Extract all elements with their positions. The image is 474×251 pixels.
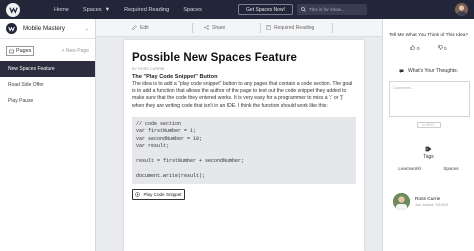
downvote-button[interactable]: 0	[437, 45, 447, 52]
tag-item[interactable]: Learnworkl	[398, 166, 420, 171]
toolbar-divider	[332, 23, 333, 33]
book-icon	[266, 25, 271, 30]
edit-button[interactable]: Edit	[132, 25, 149, 31]
body-paragraph: The idea is to add a "play code snippet"…	[132, 81, 353, 109]
pages-toggle[interactable]: Pages	[6, 46, 35, 56]
nav-spaces-label: Spaces	[82, 6, 102, 13]
comments-icon	[399, 69, 404, 73]
code-line: var secondNumber = 10;	[136, 135, 203, 142]
author-avatar-image	[393, 193, 410, 210]
page-title: Possible New Spaces Feature	[132, 52, 298, 64]
top-nav-bar: Home Spaces ▼ Required Reading Spaces Get…	[0, 0, 474, 19]
page-list: New Spaces Feature Road Side Offer Play …	[0, 61, 95, 109]
play-code-snippet-label: Play Code Snippet	[143, 191, 182, 197]
thumbs-up-icon	[410, 45, 416, 50]
pages-label: Pages	[16, 48, 32, 54]
code-line: var result;	[136, 142, 170, 149]
user-avatar-image	[457, 5, 466, 16]
nav-required-reading[interactable]: Required Reading	[124, 7, 169, 13]
space-header[interactable]: Mobile Mastery ⌄	[0, 19, 95, 39]
code-line: // code section	[136, 120, 182, 127]
thoughts-heading: What's Your Thoughts:	[383, 68, 474, 74]
chevron-down-icon[interactable]: ⌄	[85, 26, 89, 32]
search-icon	[301, 7, 306, 12]
pages-sidebar: Mobile Mastery ⌄ Pages + New Page New Sp…	[0, 19, 96, 251]
share-button[interactable]: Share	[204, 25, 225, 31]
nav-spaces[interactable]: Spaces	[183, 7, 202, 13]
code-block: // code section var firstNumber = 1; var…	[132, 116, 356, 184]
tag-item[interactable]: Spaces	[443, 166, 458, 171]
page-item-play-pause[interactable]: Play Pause	[0, 93, 95, 109]
document-page: Possible New Spaces Feature BY ROSS CURR…	[124, 40, 364, 251]
editor-toolbar: Edit Share Required Reading	[96, 19, 382, 37]
vote-row: 0 0	[383, 45, 474, 52]
page-item-new-spaces-feature[interactable]: New Spaces Feature	[0, 61, 95, 77]
page-item-road-side-offer[interactable]: Road Side Offer	[0, 77, 95, 93]
get-spaces-button[interactable]: Get Spaces Now!	[238, 4, 293, 15]
thoughts-label: What's Your Thoughts:	[407, 68, 459, 74]
comment-input[interactable]: Comment...	[389, 81, 470, 117]
section-heading: The "Play Code Snippet" Button	[132, 74, 218, 80]
author-name[interactable]: Ross Currie	[415, 197, 448, 202]
app-logo[interactable]	[6, 2, 20, 17]
submit-button[interactable]: SUBMIT	[416, 122, 441, 128]
upvote-count: 0	[416, 47, 420, 52]
author-meta: Joe Joined: 3/10/20	[415, 202, 449, 207]
play-icon	[135, 192, 141, 197]
avatar[interactable]	[393, 193, 410, 210]
author-card: Ross Currie Joe Joined: 3/10/20	[383, 193, 474, 210]
space-logo-icon	[6, 23, 17, 34]
upvote-button[interactable]: 0	[410, 45, 420, 52]
logo-icon	[8, 7, 18, 14]
chevron-down-icon: ▼	[104, 6, 111, 13]
thumbs-down-icon	[437, 45, 443, 50]
tag-icon	[425, 146, 432, 152]
pencil-icon	[132, 25, 137, 30]
main-nav: Home Spaces ▼ Required Reading Spaces	[54, 7, 202, 13]
search-input[interactable]: This is for show...	[297, 4, 367, 15]
folder-icon	[9, 49, 14, 53]
required-reading-label: Required Reading	[274, 24, 315, 31]
user-avatar[interactable]	[455, 3, 468, 16]
tag-list: Learnworkl Spaces	[383, 166, 474, 171]
tags-heading: Tags	[383, 146, 474, 160]
play-code-snippet-button[interactable]: Play Code Snippet	[132, 188, 185, 200]
edit-label: Edit	[140, 24, 149, 31]
tags-label: Tags	[423, 154, 434, 160]
code-line: result = firstNumber + secondNumber;	[136, 157, 245, 164]
new-page-button[interactable]: + New Page	[62, 48, 89, 54]
share-label: Share	[212, 24, 226, 31]
nav-home[interactable]: Home	[54, 7, 69, 13]
toolbar-divider	[260, 23, 261, 33]
author-byline: BY ROSS CURRIE	[132, 67, 165, 71]
code-line: var firstNumber = 1;	[136, 128, 197, 135]
code-line: document.write(result);	[136, 172, 206, 179]
downvote-count: 0	[443, 47, 447, 52]
search-placeholder: This is for show...	[309, 7, 345, 12]
toolbar-divider	[192, 23, 193, 33]
pages-row: Pages + New Page	[0, 39, 95, 57]
required-reading-button[interactable]: Required Reading	[266, 25, 314, 31]
nav-spaces-dropdown[interactable]: Spaces ▼	[83, 7, 110, 13]
space-name: Mobile Mastery	[23, 25, 65, 32]
share-icon	[204, 25, 209, 30]
feedback-question: Tell Me What You Think of This Idea?	[388, 33, 469, 38]
feedback-panel: Tell Me What You Think of This Idea? 0 0…	[382, 19, 474, 251]
